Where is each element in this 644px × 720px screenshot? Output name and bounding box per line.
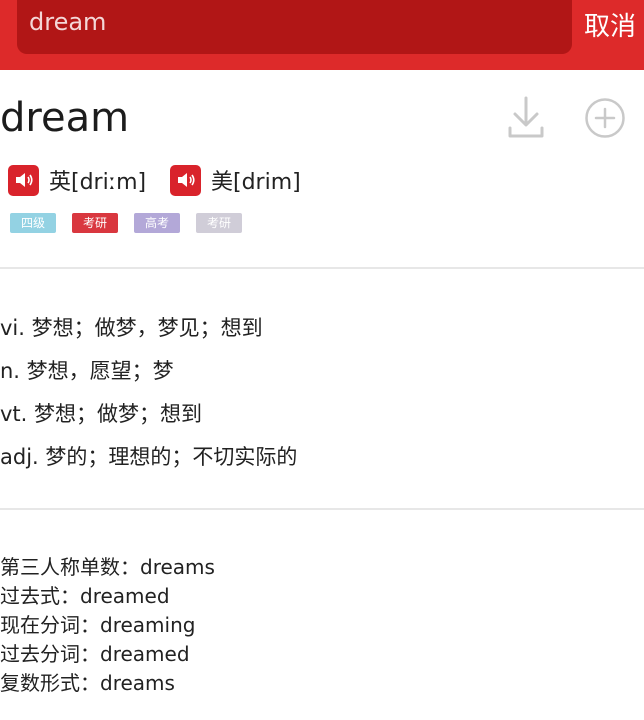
definition-line: vt. 梦想；做梦；想到 [0,402,203,426]
definition-line: vi. 梦想；做梦，梦见；想到 [0,316,263,340]
tag-badge: 考研 [72,213,118,233]
section-divider [0,267,644,269]
tag-badge: 高考 [134,213,180,233]
download-icon[interactable] [506,94,546,142]
word-form: 过去分词：dreamed [0,642,190,666]
top-bar: dream 取消 [0,0,644,70]
tag-badge: 四级 [10,213,56,233]
tag-badge: 考研 [196,213,242,233]
section-divider [0,508,644,510]
word-form: 过去式：dreamed [0,584,170,608]
pronunciation-us[interactable]: 美[drim] [170,163,301,197]
add-circle-icon[interactable] [584,97,626,139]
word-form: 复数形式：dreams [0,671,175,695]
word-form: 第三人称单数：dreams [0,555,215,579]
search-query: dream [29,8,107,36]
exam-tags: 四级 考研 高考 考研 [10,213,258,233]
search-input[interactable]: dream [17,0,572,54]
definition-line: adj. 梦的；理想的；不切实际的 [0,445,298,469]
definition-line: n. 梦想，愿望；梦 [0,359,174,383]
pronunciation-us-text: 美[drim] [211,170,301,195]
cancel-button[interactable]: 取消 [584,6,636,43]
speaker-icon[interactable] [170,164,201,196]
pronunciation-uk-text: 英[driːm] [49,170,147,195]
headword: dream [0,95,130,141]
word-form: 现在分词：dreaming [0,613,196,637]
pronunciation-uk[interactable]: 英[driːm] [8,163,146,197]
speaker-icon[interactable] [8,164,39,196]
